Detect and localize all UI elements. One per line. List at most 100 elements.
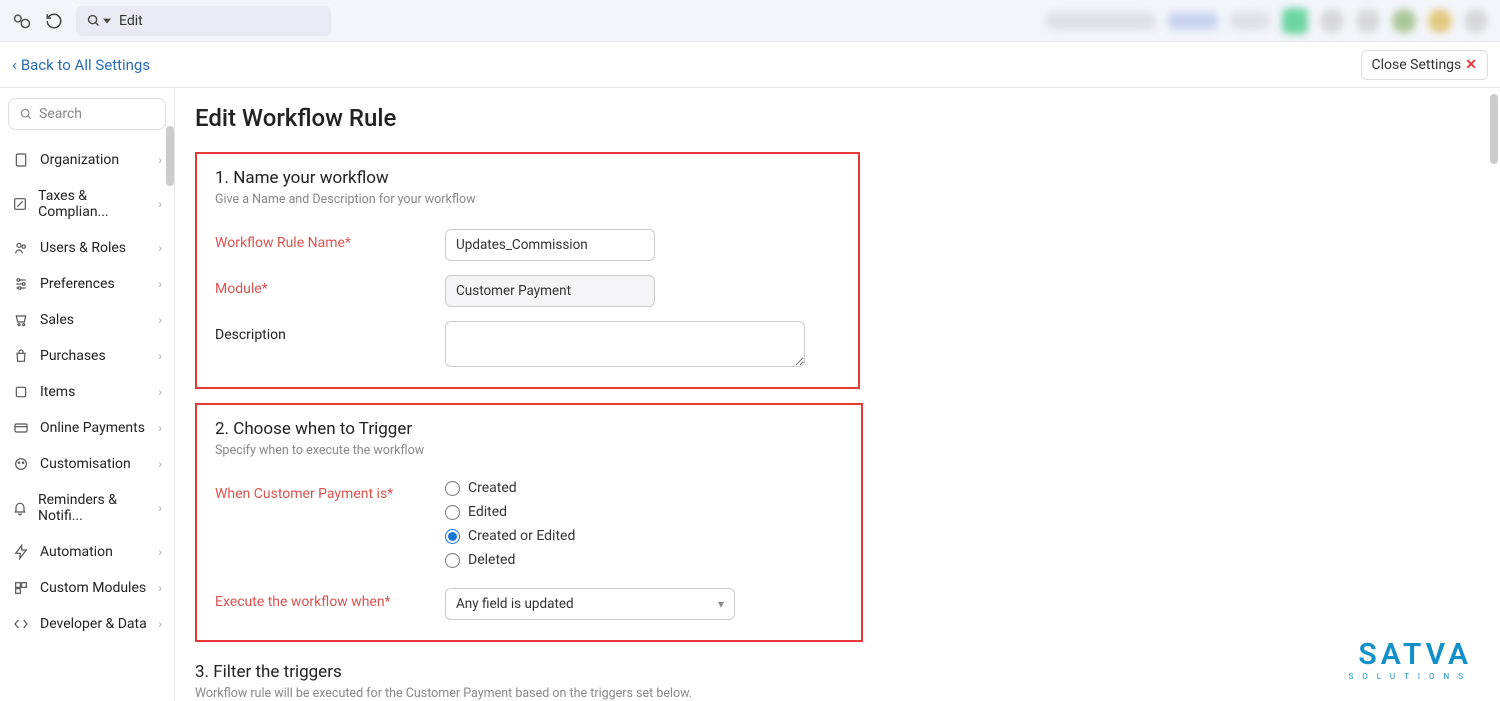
- sidebar-item-purchases[interactable]: Purchases ›: [6, 338, 168, 374]
- global-search[interactable]: [76, 6, 331, 36]
- back-label: Back to All Settings: [21, 56, 150, 74]
- watermark-big: SATVA: [1349, 637, 1472, 672]
- chevron-right-icon: ›: [158, 581, 162, 595]
- execute-when-select[interactable]: Any field is updated ▾: [445, 588, 735, 620]
- page-title: Edit Workflow Rule: [195, 104, 1480, 132]
- sidebar-item-automation[interactable]: Automation ›: [6, 534, 168, 570]
- module-icon: [12, 580, 30, 596]
- section2-title: 2. Choose when to Trigger: [215, 419, 843, 439]
- close-icon: ✕: [1465, 57, 1477, 73]
- close-settings-button[interactable]: Close Settings ✕: [1361, 50, 1488, 80]
- percent-icon: [12, 196, 28, 212]
- global-search-input[interactable]: [119, 13, 321, 29]
- sidebar-item-label: Preferences: [40, 276, 115, 292]
- sidebar-item-items[interactable]: Items ›: [6, 374, 168, 410]
- chevron-left-icon: ‹: [12, 55, 17, 74]
- radio-edited-label: Edited: [468, 504, 507, 520]
- chevron-right-icon: ›: [158, 277, 162, 291]
- sidebar-item-preferences[interactable]: Preferences ›: [6, 266, 168, 302]
- section2-subtitle: Specify when to execute the workflow: [215, 443, 843, 458]
- sidebar-item-users[interactable]: Users & Roles ›: [6, 230, 168, 266]
- execute-when-value: Any field is updated: [456, 596, 574, 612]
- sidebar-item-reminders[interactable]: Reminders & Notifi... ›: [6, 482, 168, 534]
- search-icon: [86, 13, 111, 28]
- search-icon: [19, 107, 33, 121]
- radio-created-or-edited[interactable]: Created or Edited: [445, 528, 575, 544]
- sidebar-item-developer[interactable]: Developer & Data ›: [6, 606, 168, 642]
- close-settings-label: Close Settings: [1372, 57, 1462, 73]
- workflow-name-label: Workflow Rule Name*: [215, 229, 445, 251]
- radio-edited-input[interactable]: [445, 505, 460, 520]
- sidebar-item-label: Customisation: [40, 456, 131, 472]
- radio-created[interactable]: Created: [445, 480, 575, 496]
- chevron-right-icon: ›: [158, 197, 162, 211]
- sidebar-item-label: Organization: [40, 152, 119, 168]
- sidebar-item-label: Developer & Data: [40, 616, 147, 632]
- chevron-right-icon: ›: [158, 457, 162, 471]
- chevron-right-icon: ›: [158, 153, 162, 167]
- topbar-right-blurred: [1046, 8, 1488, 34]
- sub-bar: ‹ Back to All Settings Close Settings ✕: [0, 42, 1500, 88]
- cart-icon: [12, 312, 30, 328]
- radio-deleted-input[interactable]: [445, 553, 460, 568]
- sidebar-item-label: Reminders & Notifi...: [38, 492, 148, 524]
- section-trigger: 2. Choose when to Trigger Specify when t…: [195, 403, 863, 642]
- main-content: Edit Workflow Rule 1. Name your workflow…: [175, 88, 1500, 701]
- chevron-right-icon: ›: [158, 617, 162, 631]
- sidebar-item-custom-modules[interactable]: Custom Modules ›: [6, 570, 168, 606]
- sidebar-search-placeholder: Search: [39, 106, 82, 122]
- sliders-icon: [12, 276, 30, 292]
- code-icon: [12, 616, 30, 632]
- trigger-radio-group: Created Edited Created or Edited Deleted: [445, 480, 575, 568]
- top-bar: [0, 0, 1500, 42]
- execute-when-label: Execute the workflow when*: [215, 588, 445, 610]
- workflow-name-input[interactable]: [445, 229, 655, 261]
- section3-subtitle: Workflow rule will be executed for the C…: [195, 686, 1480, 701]
- module-input[interactable]: [445, 275, 655, 307]
- section3-title: 3. Filter the triggers: [195, 662, 1480, 682]
- bell-icon: [12, 500, 28, 516]
- radio-deleted-label: Deleted: [468, 552, 515, 568]
- users-icon: [12, 240, 30, 256]
- main-scrollbar[interactable]: [1490, 94, 1498, 164]
- sidebar-item-label: Taxes & Complian...: [38, 188, 148, 220]
- refresh-icon[interactable]: [44, 11, 64, 31]
- sidebar-item-taxes[interactable]: Taxes & Complian... ›: [6, 178, 168, 230]
- radio-created-or-edited-input[interactable]: [445, 529, 460, 544]
- sidebar-item-label: Automation: [40, 544, 113, 560]
- sidebar-item-organization[interactable]: Organization ›: [6, 142, 168, 178]
- card-icon: [12, 420, 30, 436]
- app-logo-icon[interactable]: [12, 11, 32, 31]
- watermark-small: SOLUTIONS: [1349, 672, 1472, 681]
- back-to-all-settings-link[interactable]: ‹ Back to All Settings: [12, 55, 150, 74]
- description-textarea[interactable]: [445, 321, 805, 367]
- chevron-right-icon: ›: [158, 385, 162, 399]
- when-label: When Customer Payment is*: [215, 480, 445, 502]
- chevron-right-icon: ›: [158, 313, 162, 327]
- sidebar-item-sales[interactable]: Sales ›: [6, 302, 168, 338]
- sidebar-item-customisation[interactable]: Customisation ›: [6, 446, 168, 482]
- module-label: Module*: [215, 275, 445, 297]
- sidebar-item-label: Users & Roles: [40, 240, 126, 256]
- paint-icon: [12, 456, 30, 472]
- building-icon: [12, 152, 30, 168]
- sidebar-item-label: Custom Modules: [40, 580, 146, 596]
- radio-created-label: Created: [468, 480, 517, 496]
- box-icon: [12, 384, 30, 400]
- zap-icon: [12, 544, 30, 560]
- sidebar-search[interactable]: Search: [8, 98, 166, 130]
- sidebar-item-label: Purchases: [40, 348, 106, 364]
- section1-subtitle: Give a Name and Description for your wor…: [215, 192, 840, 207]
- chevron-right-icon: ›: [158, 501, 162, 515]
- radio-edited[interactable]: Edited: [445, 504, 575, 520]
- settings-sidebar: Search Organization › Taxes & Complian..…: [0, 88, 175, 701]
- radio-created-input[interactable]: [445, 481, 460, 496]
- section1-title: 1. Name your workflow: [215, 168, 840, 188]
- sidebar-item-online-payments[interactable]: Online Payments ›: [6, 410, 168, 446]
- chevron-right-icon: ›: [158, 421, 162, 435]
- chevron-right-icon: ›: [158, 349, 162, 363]
- radio-deleted[interactable]: Deleted: [445, 552, 575, 568]
- section-name-workflow: 1. Name your workflow Give a Name and De…: [195, 152, 860, 389]
- chevron-right-icon: ›: [158, 545, 162, 559]
- sidebar-item-label: Online Payments: [40, 420, 145, 436]
